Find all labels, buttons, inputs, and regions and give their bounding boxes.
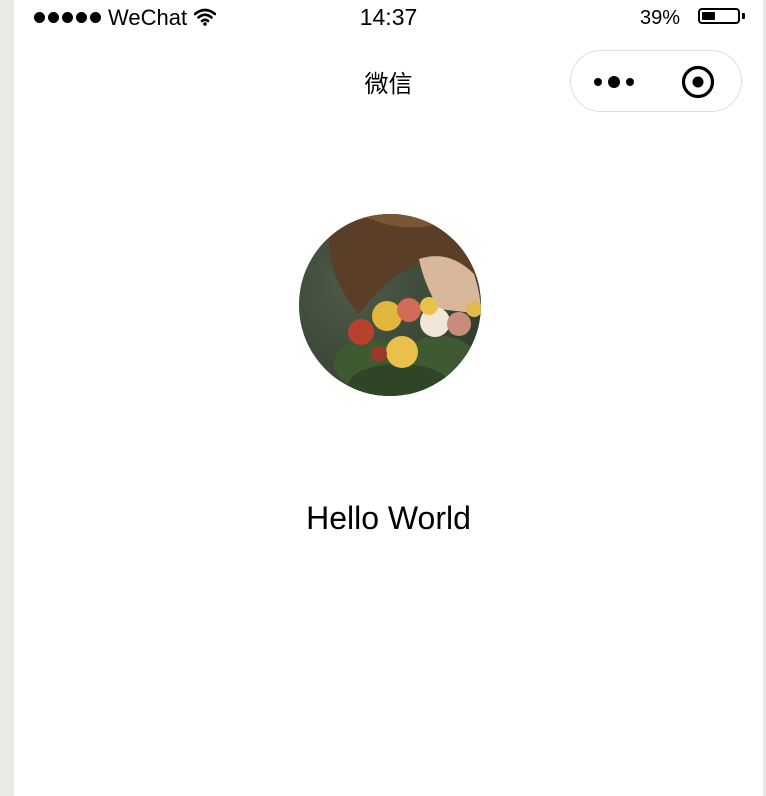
status-bar: WeChat 14:37 39% xyxy=(14,0,763,36)
mini-program-capsule xyxy=(570,50,742,112)
more-dots-icon[interactable] xyxy=(593,73,639,91)
battery-icon xyxy=(698,8,745,26)
avatar-image xyxy=(299,214,481,396)
battery-percent: 39% xyxy=(640,7,681,29)
battery-fill xyxy=(702,12,715,20)
target-close-icon[interactable] xyxy=(681,65,715,99)
user-avatar[interactable] xyxy=(299,214,481,396)
phone-screen: WeChat 14:37 39% 微信 Hello World xyxy=(14,0,763,796)
greeting-text: Hello World xyxy=(306,500,471,536)
